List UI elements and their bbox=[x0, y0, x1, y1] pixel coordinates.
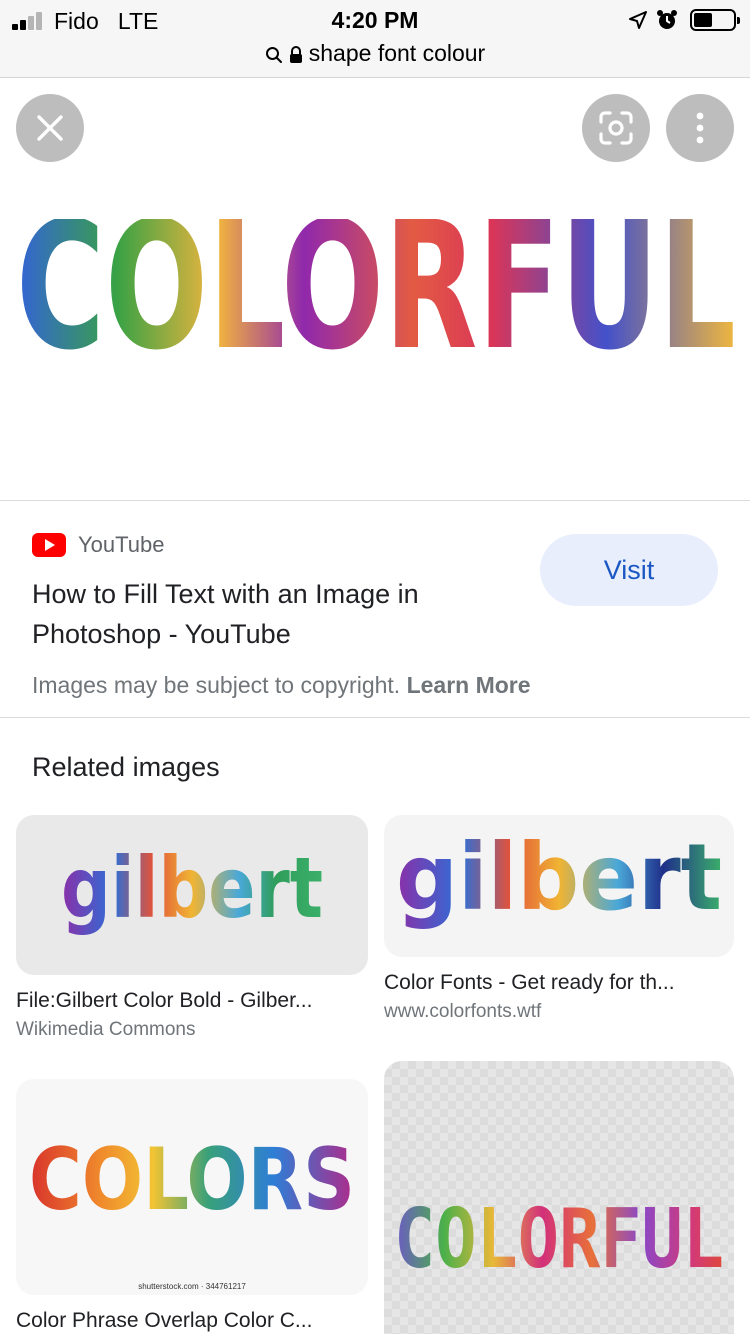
status-icons bbox=[628, 7, 740, 33]
location-arrow-icon bbox=[629, 11, 647, 29]
related-image-site: Wikimedia Commons bbox=[16, 1019, 196, 1040]
lock-icon bbox=[289, 45, 302, 63]
related-image-caption[interactable]: Color Fonts - Get ready for th... bbox=[384, 971, 675, 995]
related-image-thumbnail[interactable]: COLORS shutterstock.com · 344761217 bbox=[16, 1079, 368, 1295]
main-image-text: COLORFUL bbox=[16, 219, 736, 359]
close-button[interactable] bbox=[16, 94, 84, 162]
related-image-thumbnail[interactable]: gilbert bbox=[16, 815, 368, 975]
source-site-name: YouTube bbox=[78, 532, 165, 557]
copyright-text: Images may be subject to copyright. bbox=[32, 672, 401, 698]
battery-icon bbox=[690, 9, 740, 31]
lens-button[interactable] bbox=[582, 94, 650, 162]
related-image-caption[interactable]: File:Gilbert Color Bold - Gilber... bbox=[16, 989, 312, 1013]
related-image-text: COLORFUL bbox=[394, 1192, 724, 1287]
url-bar[interactable]: shape font colour bbox=[0, 40, 750, 67]
related-image-caption[interactable]: Color Phrase Overlap Color C... bbox=[16, 1309, 312, 1333]
image-viewer: COLORFUL bbox=[0, 79, 750, 501]
lens-icon bbox=[599, 111, 633, 145]
related-image-thumbnail[interactable]: gilbert bbox=[384, 815, 734, 957]
browser-top-bar: Fido LTE 4:20 PM shape font colour bbox=[0, 0, 750, 78]
more-vertical-icon bbox=[696, 112, 704, 144]
source-site-row[interactable]: YouTube bbox=[32, 532, 164, 558]
copyright-notice: Images may be subject to copyright. Lear… bbox=[32, 672, 531, 699]
related-image-thumbnail[interactable]: COLORFUL bbox=[384, 1061, 734, 1334]
related-image-text: gilbert bbox=[61, 839, 323, 937]
search-icon bbox=[265, 46, 282, 63]
close-icon bbox=[37, 115, 63, 141]
related-image-text: gilbert bbox=[396, 824, 722, 931]
related-images-heading: Related images bbox=[32, 752, 220, 782]
youtube-logo-icon bbox=[32, 533, 66, 557]
learn-more-link[interactable]: Learn More bbox=[407, 672, 531, 698]
url-query: shape font colour bbox=[308, 40, 486, 66]
alarm-icon bbox=[657, 10, 677, 29]
related-image-text: COLORS bbox=[29, 1130, 355, 1230]
visit-button[interactable]: Visit bbox=[540, 534, 718, 606]
status-bar: Fido LTE 4:20 PM bbox=[0, 0, 750, 42]
image-watermark: shutterstock.com · 344761217 bbox=[138, 1282, 246, 1291]
source-title[interactable]: How to Fill Text with an Image in Photos… bbox=[32, 574, 502, 654]
more-options-button[interactable] bbox=[666, 94, 734, 162]
image-source-panel: YouTube How to Fill Text with an Image i… bbox=[0, 502, 750, 718]
main-image: COLORFUL bbox=[16, 219, 736, 359]
related-image-site: www.colorfonts.wtf bbox=[384, 1001, 542, 1022]
